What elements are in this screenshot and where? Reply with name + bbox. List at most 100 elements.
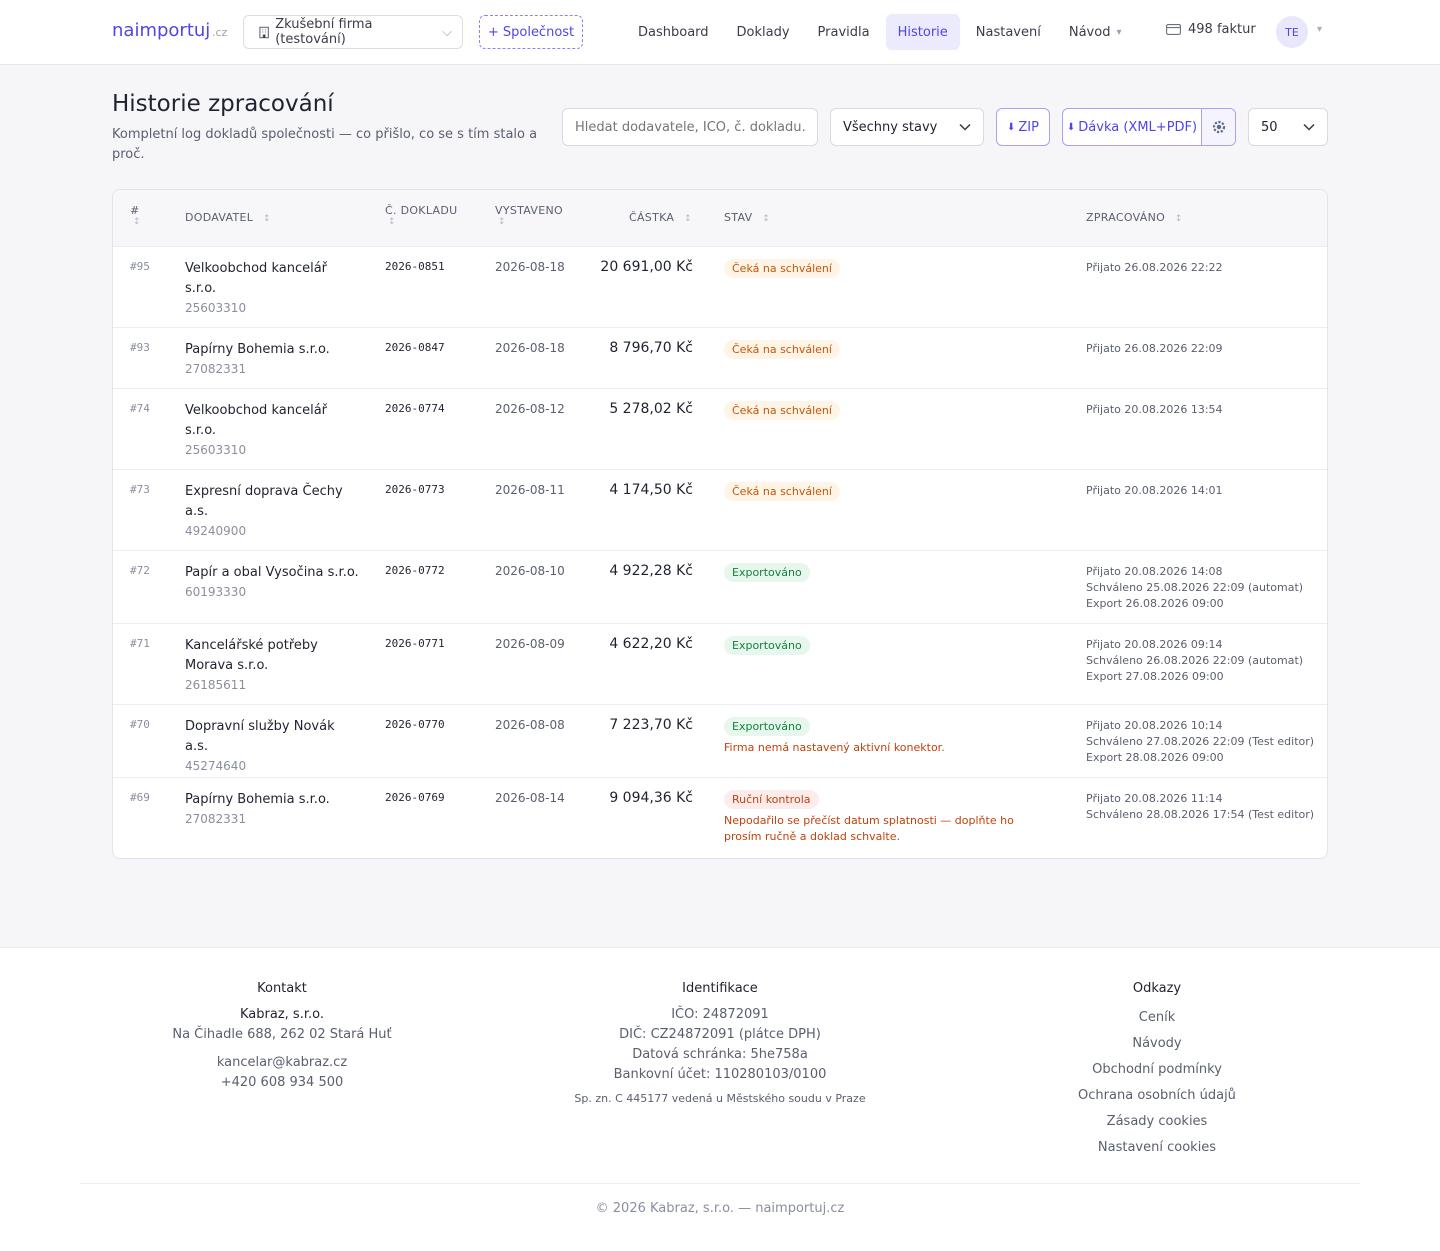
invoice-credits[interactable]: 498 faktur bbox=[1166, 22, 1256, 37]
nav-nastaveni[interactable]: Nastavení bbox=[964, 14, 1053, 50]
sort-icon: ↕ bbox=[1174, 214, 1183, 224]
add-company-button[interactable]: + Společnost bbox=[479, 15, 583, 49]
table-row[interactable]: #74 Velkoobchod kancelář s.r.o. 25603310 20… bbox=[113, 389, 1327, 470]
credits-label: 498 faktur bbox=[1188, 22, 1256, 37]
issued-date: 2026-08-12 bbox=[495, 402, 565, 416]
processed-line: Přijato 20.08.2026 10:14 bbox=[1086, 719, 1223, 732]
col-supplier[interactable]: DODAVATEL ↕ bbox=[185, 211, 271, 224]
nav-historie[interactable]: Historie bbox=[885, 14, 960, 50]
status-badge: Exportováno bbox=[724, 636, 810, 655]
footer-contact: Kontakt Kabraz, s.r.o. Na Čihadle 688, 2… bbox=[62, 981, 502, 1093]
supplier-ico: 25603310 bbox=[185, 443, 247, 457]
footer-link-privacy[interactable]: Ochrana osobních údajů bbox=[937, 1083, 1377, 1109]
amount: 4 174,50 Kč bbox=[609, 482, 693, 498]
footer-email[interactable]: kancelar@kabraz.cz bbox=[62, 1053, 502, 1073]
processed-cell: Přijato 20.08.2026 11:14 Schváleno 28.08.… bbox=[1086, 791, 1314, 823]
table-row[interactable]: #70 Dopravní služby Novák a.s. 45274640 202… bbox=[113, 705, 1327, 778]
table-row[interactable]: #95 Velkoobchod kancelář s.r.o. 25603310 20… bbox=[113, 247, 1327, 328]
table-row[interactable]: #93 Papírny Bohemia s.r.o. 27082331 2026-08… bbox=[113, 328, 1327, 389]
nav-navod[interactable]: Návod ▾ bbox=[1057, 14, 1134, 50]
table-row[interactable]: #69 Papírny Bohemia s.r.o. 27082331 2026-07… bbox=[113, 778, 1327, 858]
company-switcher[interactable]: Zkušební firma (testování) ⌵ bbox=[243, 15, 463, 49]
supplier-cell: Expresní doprava Čechy a.s. 49240900 bbox=[185, 482, 360, 538]
status-note: Firma nemá nastavený aktivní konektor. bbox=[724, 741, 945, 754]
doc-number: 2026-0851 bbox=[385, 260, 445, 273]
top-navbar: naimportuj .cz Zkušební firma (testování… bbox=[0, 0, 1440, 65]
processed-cell: Přijato 20.08.2026 09:14 Schváleno 26.08.… bbox=[1086, 637, 1303, 685]
table-header: # ↕ DODAVATEL ↕ Č. DOKLADU ↕ VYSTAVENO ↕… bbox=[113, 190, 1327, 247]
footer-link-cookie-settings[interactable]: Nastavení cookies bbox=[937, 1135, 1377, 1161]
nav-navod-label: Návod bbox=[1068, 24, 1111, 40]
doc-number: 2026-0769 bbox=[385, 791, 445, 804]
supplier-cell: Papírny Bohemia s.r.o. 27082331 bbox=[185, 340, 360, 376]
col-status[interactable]: STAV ↕ bbox=[724, 211, 770, 224]
status-badge: Čeká na schválení bbox=[724, 482, 840, 501]
nav-pravidla[interactable]: Pravidla bbox=[806, 14, 882, 50]
supplier-ico: 27082331 bbox=[185, 812, 247, 826]
footer-link-pricing[interactable]: Ceník bbox=[937, 1005, 1377, 1031]
status-filter-select[interactable]: Všechny stavy bbox=[830, 108, 984, 146]
status-badge: Čeká na schválení bbox=[724, 340, 840, 359]
col-amount[interactable]: ČÁSTKA ↕ bbox=[629, 211, 692, 224]
row-number: #69 bbox=[130, 791, 150, 804]
footer-ident: Identifikace IČO: 24872091 DIČ: CZ248720… bbox=[500, 981, 940, 1105]
supplier-cell: Kancelářské potřeby Morava s.r.o. 2618561… bbox=[185, 636, 360, 692]
download-icon: ⬇ bbox=[1007, 121, 1016, 133]
table-row[interactable]: #73 Expresní doprava Čechy a.s. 49240900 20… bbox=[113, 470, 1327, 551]
amount: 7 223,70 Kč bbox=[609, 717, 693, 733]
page-title: Historie zpracování bbox=[112, 91, 334, 117]
doc-number: 2026-0770 bbox=[385, 718, 445, 731]
chevron-down-icon bbox=[959, 123, 971, 131]
logo-tld: .cz bbox=[212, 26, 228, 39]
search-input[interactable] bbox=[562, 108, 818, 146]
issued-date: 2026-08-09 bbox=[495, 637, 565, 651]
col-number[interactable]: # ↕ bbox=[130, 204, 141, 227]
footer-link-guides[interactable]: Návody bbox=[937, 1031, 1377, 1057]
footer-phone[interactable]: +420 608 934 500 bbox=[62, 1073, 502, 1093]
col-doc-number[interactable]: Č. DOKLADU ↕ bbox=[385, 204, 457, 227]
col-processed-label: ZPRACOVÁNO bbox=[1086, 211, 1166, 224]
supplier-name: Papírny Bohemia s.r.o. bbox=[185, 792, 330, 807]
chevron-down-icon[interactable]: ▾ bbox=[1317, 24, 1322, 35]
processed-cell: Přijato 20.08.2026 14:08 Schváleno 25.08.… bbox=[1086, 564, 1303, 612]
chevron-down-icon: ⌵ bbox=[442, 24, 452, 40]
footer-databox: Datová schránka: 5he758a bbox=[632, 1047, 808, 1062]
col-doc-number-label: Č. DOKLADU bbox=[385, 204, 458, 217]
status-cell: Čeká na schválení bbox=[724, 259, 1054, 278]
col-issued[interactable]: VYSTAVENO ↕ bbox=[495, 204, 563, 227]
nav-doklady[interactable]: Doklady bbox=[725, 14, 802, 50]
main-nav: Dashboard Doklady Pravidla Historie Nast… bbox=[626, 14, 1137, 50]
batch-export-label: Dávka (XML+PDF) bbox=[1078, 119, 1198, 135]
row-number: #71 bbox=[130, 637, 150, 650]
page-size-select[interactable]: 50 bbox=[1248, 108, 1328, 146]
chevron-down-icon: ▾ bbox=[1116, 26, 1122, 38]
zip-download-button[interactable]: ⬇ ZIP bbox=[996, 108, 1050, 146]
table-row[interactable]: #71 Kancelářské potřeby Morava s.r.o. 2618… bbox=[113, 624, 1327, 705]
footer-ident-title: Identifikace bbox=[682, 981, 758, 996]
avatar[interactable]: TE bbox=[1276, 16, 1308, 48]
status-cell: Exportováno bbox=[724, 563, 1054, 582]
footer-links-title: Odkazy bbox=[1132, 981, 1182, 996]
processed-cell: Přijato 20.08.2026 13:54 bbox=[1086, 402, 1223, 418]
status-badge: Čeká na schválení bbox=[724, 259, 840, 278]
status-badge: Ruční kontrola bbox=[724, 790, 819, 809]
supplier-cell: Velkoobchod kancelář s.r.o. 25603310 bbox=[185, 401, 360, 457]
credit-card-icon bbox=[1166, 24, 1181, 35]
col-processed[interactable]: ZPRACOVÁNO ↕ bbox=[1086, 211, 1183, 224]
issued-date: 2026-08-14 bbox=[495, 791, 565, 805]
batch-settings-button[interactable] bbox=[1201, 109, 1235, 145]
batch-export-button[interactable]: ⬇ Dávka (XML+PDF) bbox=[1063, 109, 1201, 145]
footer-link-cookie-policy[interactable]: Zásady cookies bbox=[937, 1109, 1377, 1135]
table-row[interactable]: #72 Papír a obal Vysočina s.r.o. 60193330 2… bbox=[113, 551, 1327, 624]
processed-line: Schváleno 25.08.2026 22:09 (automat) bbox=[1086, 581, 1304, 594]
footer-link-terms[interactable]: Obchodní podmínky bbox=[937, 1057, 1377, 1083]
row-number: #74 bbox=[130, 402, 150, 415]
amount: 5 278,02 Kč bbox=[609, 401, 693, 417]
amount: 20 691,00 Kč bbox=[600, 259, 693, 275]
footer-register: Sp. zn. C 445177 vedená u Městského soud… bbox=[574, 1092, 866, 1105]
status-badge: Čeká na schválení bbox=[724, 401, 840, 420]
nav-dashboard[interactable]: Dashboard bbox=[626, 14, 721, 50]
chevron-down-icon bbox=[1303, 123, 1315, 131]
app-logo[interactable]: naimportuj bbox=[112, 20, 210, 41]
processed-line: Export 26.08.2026 09:00 bbox=[1086, 597, 1224, 610]
